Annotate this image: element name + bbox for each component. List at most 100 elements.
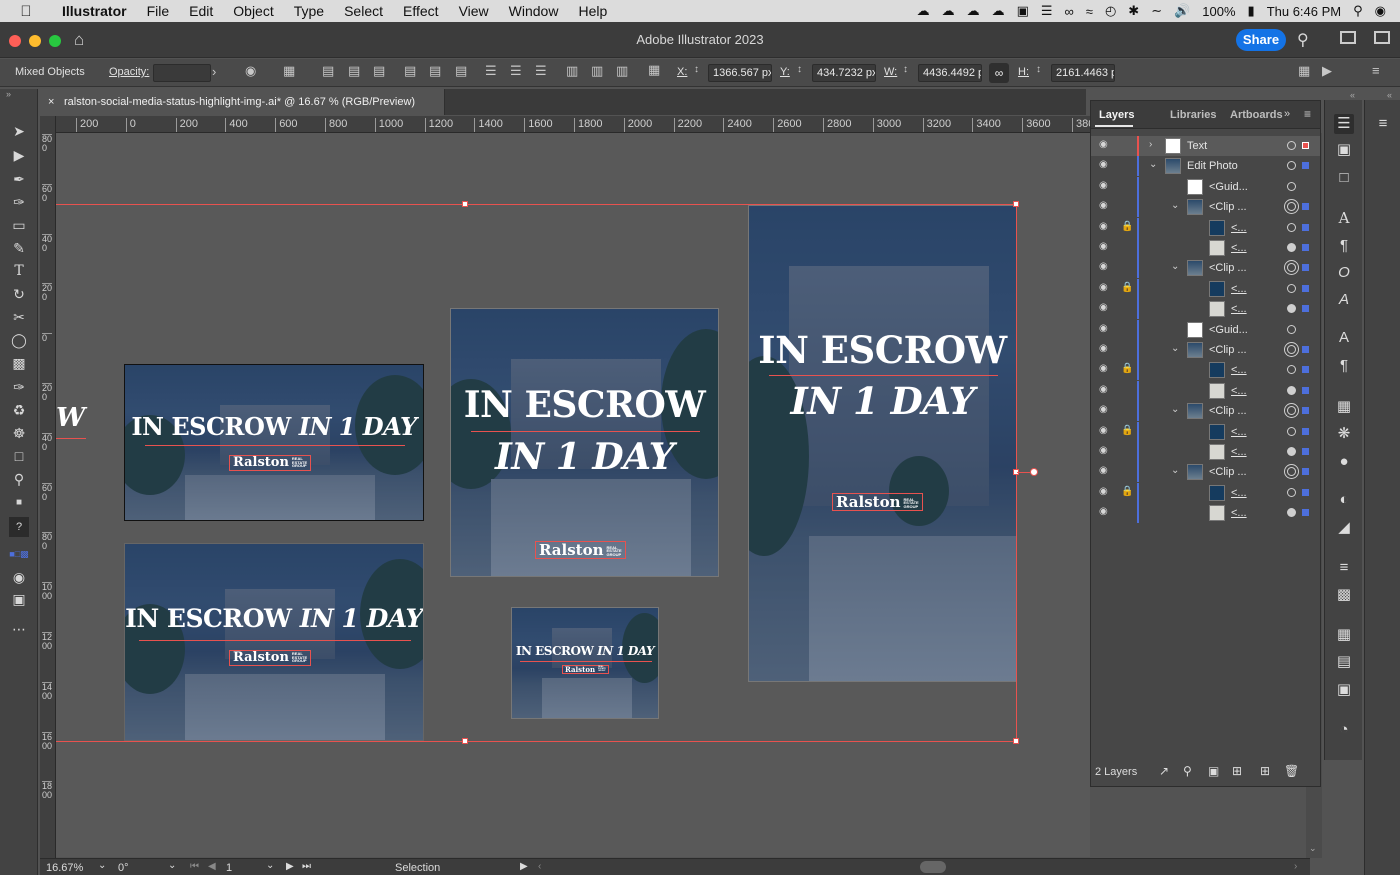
scroll-left-icon[interactable]: ‹ <box>538 861 541 872</box>
layer-name[interactable]: <Clip ... <box>1209 344 1247 356</box>
opacity-label[interactable]: Opacity: <box>109 66 149 78</box>
artboard-wide-bottom[interactable]: IN ESCROW IN 1 DAY Ralston REAL ESTATE GROU… <box>124 543 424 741</box>
eraser-tool-icon[interactable]: ✂ <box>9 307 29 327</box>
layer-row[interactable]: ◉ 🔒 <... <box>1091 482 1320 503</box>
target-icon[interactable] <box>1287 385 1296 395</box>
canvas[interactable]: IN ESCROW IN 1 DAY Ralston REAL ESTATE GROU… <box>56 133 1090 857</box>
close-tab-icon[interactable]: × <box>48 89 54 115</box>
selection-indicator[interactable] <box>1302 488 1309 496</box>
chevron-down-icon[interactable]: ⌄ <box>1171 200 1179 211</box>
paintbrush-tool-icon[interactable]: ✎ <box>9 238 29 258</box>
selection-indicator[interactable] <box>1302 448 1309 455</box>
type-tool-icon[interactable]: T <box>9 261 29 281</box>
character-panel-icon[interactable]: A <box>1334 208 1354 228</box>
menubar-clock[interactable]: Thu 6:46 PM <box>1267 4 1341 19</box>
artboards-panel-icon[interactable]: □ <box>1334 168 1354 188</box>
new-sublayer-icon[interactable]: ⊞ <box>1232 764 1242 778</box>
layer-row[interactable]: ◉ <... <box>1091 299 1320 320</box>
lock-icon[interactable]: 🔒 <box>1121 363 1133 374</box>
menu-app-illustrator[interactable]: Illustrator <box>52 3 137 19</box>
artboard-square[interactable]: IN ESCROW IN 1 DAY Ralston REAL ESTATE GROU… <box>450 308 719 577</box>
layer-row[interactable]: ◉ <Guid... <box>1091 319 1320 340</box>
search-icon[interactable]: ⚲ <box>1297 30 1309 50</box>
lock-icon[interactable]: 🔒 <box>1121 486 1133 497</box>
menu-object[interactable]: Object <box>223 3 283 19</box>
direct-selection-tool-icon[interactable]: ▶ <box>9 145 29 165</box>
target-icon[interactable] <box>1287 283 1296 293</box>
layer-row[interactable]: ◉ ⌄ <Clip ... <box>1091 258 1320 279</box>
volume-icon[interactable]: 🔊 <box>1174 3 1190 19</box>
lock-icon[interactable]: 🔒 <box>1121 221 1133 232</box>
distribute-bottom-icon[interactable]: ☰ <box>535 63 547 79</box>
cloud-icon[interactable]: ☁ <box>942 3 955 19</box>
color-mode-icon[interactable]: ■□▩ <box>9 544 29 564</box>
constrain-proportions-link-icon[interactable]: ∞ <box>989 63 1009 83</box>
selection-indicator[interactable] <box>1302 468 1309 476</box>
status-menu-icon[interactable]: ▶ <box>520 861 528 872</box>
target-icon[interactable] <box>1287 426 1296 436</box>
target-icon[interactable] <box>1287 324 1296 334</box>
distribute-center-icon[interactable]: ☰ <box>510 63 522 79</box>
align-center-icon[interactable]: ▤ <box>348 63 360 79</box>
layer-name[interactable]: Edit Photo <box>1187 160 1238 172</box>
layer-name[interactable]: <... <box>1231 283 1247 295</box>
creative-cloud-icon[interactable]: ☁ <box>917 3 930 19</box>
w-stepper-icon[interactable]: ↕ <box>903 64 908 75</box>
chevron-down-icon[interactable]: ⌄ <box>1171 343 1179 354</box>
chevron-down-icon[interactable]: ⌄ <box>1171 465 1179 476</box>
layer-name[interactable]: <... <box>1231 303 1247 315</box>
glyphs-panel-icon[interactable]: A <box>1334 290 1354 310</box>
appearance-panel-icon[interactable]: ◢ <box>1334 518 1354 538</box>
layer-name[interactable]: <... <box>1231 222 1247 234</box>
paragraph-panel-icon[interactable]: ¶ <box>1334 236 1354 256</box>
selection-indicator[interactable] <box>1302 386 1309 394</box>
workspace-icon[interactable] <box>1340 31 1356 44</box>
control-bar-menu-icon[interactable]: ≡ <box>1372 63 1380 78</box>
target-icon[interactable] <box>1287 304 1296 314</box>
w-field[interactable]: 4436.4492 px <box>918 64 982 82</box>
align-panel-icon[interactable]: ▤ <box>1334 652 1354 672</box>
align-bottom-icon[interactable]: ▤ <box>455 63 467 79</box>
lock-icon[interactable]: 🔒 <box>1121 282 1133 293</box>
layer-name[interactable]: <... <box>1231 426 1247 438</box>
visibility-eye-icon[interactable]: ◉ <box>1099 363 1113 374</box>
h-stepper-icon[interactable]: ↕ <box>1036 64 1041 75</box>
visibility-eye-icon[interactable]: ◉ <box>1099 465 1113 476</box>
siri-icon[interactable]: ◉ <box>1375 3 1386 19</box>
libraries-panel-icon[interactable]: ▣ <box>1334 140 1354 160</box>
layer-name[interactable]: <... <box>1231 446 1247 458</box>
chevron-down-icon[interactable]: ⌄ <box>1171 404 1179 415</box>
bluetooth-icon[interactable]: ✱ <box>1128 3 1139 19</box>
zoom-dropdown-icon[interactable]: ⌄ <box>98 860 106 871</box>
visibility-eye-icon[interactable]: ◉ <box>1099 486 1113 497</box>
screen-mode-icon[interactable]: ▣ <box>9 589 29 609</box>
draw-mode-icon[interactable]: ◉ <box>9 567 29 587</box>
cloud-backup-icon[interactable]: ☁ <box>992 3 1005 19</box>
y-field[interactable]: 434.7232 px <box>812 64 876 82</box>
help-icon[interactable]: ? <box>9 517 29 537</box>
horizontal-scroll-thumb[interactable] <box>920 861 946 873</box>
target-icon[interactable] <box>1287 365 1296 375</box>
more-tools-icon[interactable]: ⋯ <box>9 619 29 639</box>
target-icon[interactable] <box>1287 406 1296 416</box>
spotlight-search-icon[interactable]: ⚲ <box>1353 3 1363 19</box>
target-icon[interactable] <box>1287 243 1296 252</box>
stroke-panel-icon[interactable]: ≡ <box>1334 558 1354 578</box>
pathfinder-panel-icon[interactable]: ▣ <box>1334 680 1354 700</box>
gradient-panel-icon[interactable]: ▩ <box>1334 585 1354 605</box>
reference-point-icon[interactable]: ▦ <box>648 62 660 78</box>
layer-row[interactable]: ◉ 🔒 <... <box>1091 278 1320 299</box>
layers-panel-icon[interactable]: ☰ <box>1334 114 1354 134</box>
scroll-right-icon[interactable]: › <box>1294 861 1297 872</box>
resize-handle-bottom[interactable] <box>462 738 468 744</box>
layer-name[interactable]: <Guid... <box>1209 324 1248 336</box>
selection-indicator[interactable] <box>1302 284 1309 292</box>
layer-name[interactable]: <... <box>1231 507 1247 519</box>
time-machine-icon[interactable]: ◴ <box>1105 3 1116 19</box>
export-icon[interactable]: ↗ <box>1159 764 1169 778</box>
target-icon[interactable] <box>1287 222 1296 232</box>
shape-builder-tool-icon[interactable]: ◯ <box>9 330 29 350</box>
layer-row[interactable]: ◉ ⌄ <Clip ... <box>1091 340 1320 360</box>
rotation-value[interactable]: 0° <box>118 862 129 874</box>
menu-help[interactable]: Help <box>568 3 617 19</box>
